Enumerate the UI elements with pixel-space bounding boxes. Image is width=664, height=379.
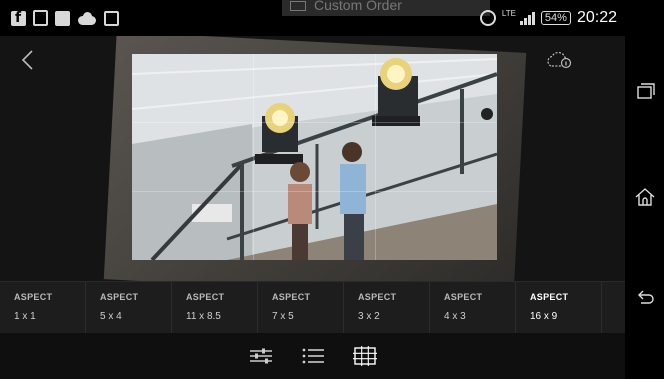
aspect-value: 4 x 3 [444, 311, 466, 322]
crop-editor[interactable] [0, 36, 625, 281]
clock: 20:22 [576, 9, 617, 26]
aspect-value: 1 x 1 [14, 311, 36, 322]
signal-icon [519, 11, 535, 25]
document-icon [33, 10, 48, 26]
aspect-value: 16 x 9 [530, 311, 558, 322]
cloud-icon [77, 11, 97, 26]
network-label: LTE [501, 8, 516, 18]
aspect-option-1x1[interactable]: ASPECT 1 x 1 [0, 282, 86, 334]
aspect-value: 11 x 8.5 [186, 311, 221, 322]
mail-icon [104, 10, 119, 26]
home-icon[interactable] [634, 186, 656, 208]
aspect-ratio-selector: ASPECT 1 x 1 ASPECT 5 x 4 ASPECT 11 x 8.… [0, 281, 625, 334]
crop-grid-line [132, 191, 497, 192]
aspect-option-11x8.5[interactable]: ASPECT 11 x 8.5 [172, 282, 258, 334]
photo-content [132, 54, 497, 260]
adjust-sliders-icon[interactable] [248, 345, 274, 367]
aspect-label: ASPECT [100, 292, 139, 302]
facebook-icon [11, 10, 26, 26]
crop-grid-line [253, 54, 254, 260]
crop-photo[interactable] [132, 54, 497, 260]
recent-apps-icon[interactable] [634, 80, 656, 102]
status-indicators: LTE 54% 20:22 [479, 0, 617, 36]
aspect-option-16x9[interactable]: ASPECT 16 x 9 [516, 282, 602, 334]
aspect-option-3x2[interactable]: ASPECT 3 x 2 [344, 282, 430, 334]
chevron-left-icon[interactable] [18, 48, 38, 72]
grid-icon [290, 1, 306, 11]
notification-icons [0, 10, 119, 26]
cloud-info-icon[interactable] [545, 50, 575, 70]
background-app-title-text: Custom Order [314, 0, 402, 13]
aspect-option-7x5[interactable]: ASPECT 7 x 5 [258, 282, 344, 334]
battery-indicator: 54% [540, 11, 571, 25]
aspect-option-4x3[interactable]: ASPECT 4 x 3 [430, 282, 516, 334]
image-icon [55, 10, 70, 26]
aspect-value: 5 x 4 [100, 311, 122, 322]
crop-grid-line [132, 122, 497, 123]
aspect-label: ASPECT [186, 292, 225, 302]
crop-grid-line [375, 54, 376, 260]
aspect-option-5x4[interactable]: ASPECT 5 x 4 [86, 282, 172, 334]
back-icon[interactable] [634, 287, 656, 309]
background-app-title: Custom Order [282, 0, 490, 16]
status-bar: Custom Order LTE 54% 20:22 [0, 0, 625, 36]
aspect-label: ASPECT [14, 292, 53, 302]
aspect-label: ASPECT [272, 292, 311, 302]
system-nav-bar [625, 0, 664, 379]
aspect-value: 7 x 5 [272, 311, 294, 322]
aspect-label: ASPECT [358, 292, 397, 302]
alarm-icon [479, 10, 496, 26]
aspect-label: ASPECT [530, 292, 569, 302]
aspect-value: 3 x 2 [358, 311, 380, 322]
crop-grid-icon[interactable] [352, 345, 378, 367]
editor-toolbar [0, 333, 625, 379]
aspect-label: ASPECT [444, 292, 483, 302]
list-icon[interactable] [300, 345, 326, 367]
